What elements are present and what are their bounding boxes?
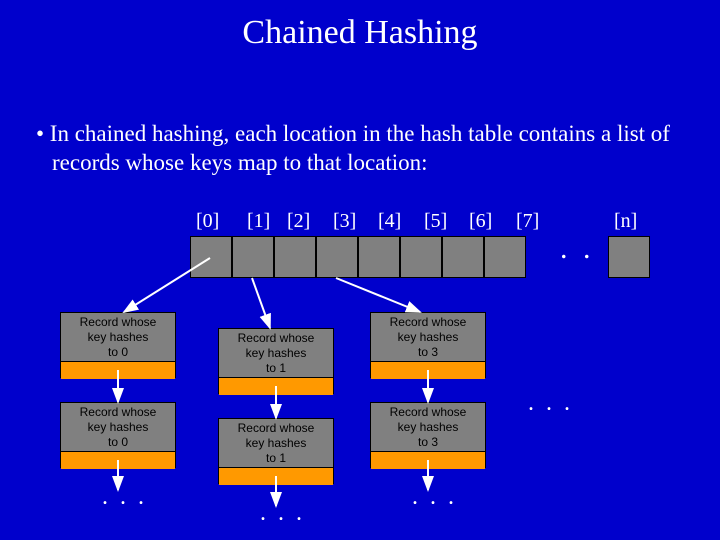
record-pointer bbox=[371, 361, 485, 379]
index-7: [7] bbox=[516, 210, 539, 233]
bullet-text: • In chained hashing, each location in t… bbox=[36, 120, 680, 178]
record-pointer bbox=[61, 361, 175, 379]
record-label: Record whose bbox=[219, 331, 333, 346]
record-pointer bbox=[371, 451, 485, 469]
record-label: key hashes bbox=[61, 420, 175, 435]
index-2: [2] bbox=[287, 210, 310, 233]
slide-title: Chained Hashing bbox=[0, 0, 720, 52]
record-label: Record whose bbox=[219, 421, 333, 436]
record-label: Record whose bbox=[371, 405, 485, 420]
record-label: Record whose bbox=[61, 315, 175, 330]
chain-3-ellipsis: . . . bbox=[412, 484, 457, 511]
index-1: [1] bbox=[247, 210, 270, 233]
record-label: to 3 bbox=[371, 435, 485, 450]
array-cell-3 bbox=[316, 236, 358, 278]
record-label: to 3 bbox=[371, 345, 485, 360]
array-cell-4 bbox=[358, 236, 400, 278]
record-1-1: Record whose key hashes to 1 bbox=[218, 418, 334, 484]
record-label: to 0 bbox=[61, 345, 175, 360]
array-cell-6 bbox=[442, 236, 484, 278]
record-pointer bbox=[219, 467, 333, 485]
array-cell-0 bbox=[190, 236, 232, 278]
record-label: Record whose bbox=[61, 405, 175, 420]
index-4: [4] bbox=[378, 210, 401, 233]
record-0-1: Record whose key hashes to 0 bbox=[60, 402, 176, 468]
index-5: [5] bbox=[424, 210, 447, 233]
record-pointer bbox=[219, 377, 333, 395]
index-n: [n] bbox=[614, 210, 637, 233]
record-0-0: Record whose key hashes to 0 bbox=[60, 312, 176, 378]
chains-ellipsis: . . . bbox=[528, 390, 573, 417]
array-cell-2 bbox=[274, 236, 316, 278]
record-label: to 1 bbox=[219, 451, 333, 466]
record-label: key hashes bbox=[219, 436, 333, 451]
index-6: [6] bbox=[469, 210, 492, 233]
record-label: to 0 bbox=[61, 435, 175, 450]
index-3: [3] bbox=[333, 210, 356, 233]
record-3-1: Record whose key hashes to 3 bbox=[370, 402, 486, 468]
chain-0-ellipsis: . . . bbox=[102, 484, 147, 511]
array-cell-5 bbox=[400, 236, 442, 278]
record-3-0: Record whose key hashes to 3 bbox=[370, 312, 486, 378]
array-cell-1 bbox=[232, 236, 274, 278]
record-label: to 1 bbox=[219, 361, 333, 376]
chain-1-ellipsis: . . . bbox=[260, 500, 305, 527]
record-1-0: Record whose key hashes to 1 bbox=[218, 328, 334, 394]
record-label: key hashes bbox=[61, 330, 175, 345]
array-cell-7 bbox=[484, 236, 526, 278]
array-cell-n bbox=[608, 236, 650, 278]
record-label: Record whose bbox=[371, 315, 485, 330]
index-0: [0] bbox=[196, 210, 219, 233]
record-pointer bbox=[61, 451, 175, 469]
record-label: key hashes bbox=[371, 420, 485, 435]
record-label: key hashes bbox=[371, 330, 485, 345]
record-label: key hashes bbox=[219, 346, 333, 361]
